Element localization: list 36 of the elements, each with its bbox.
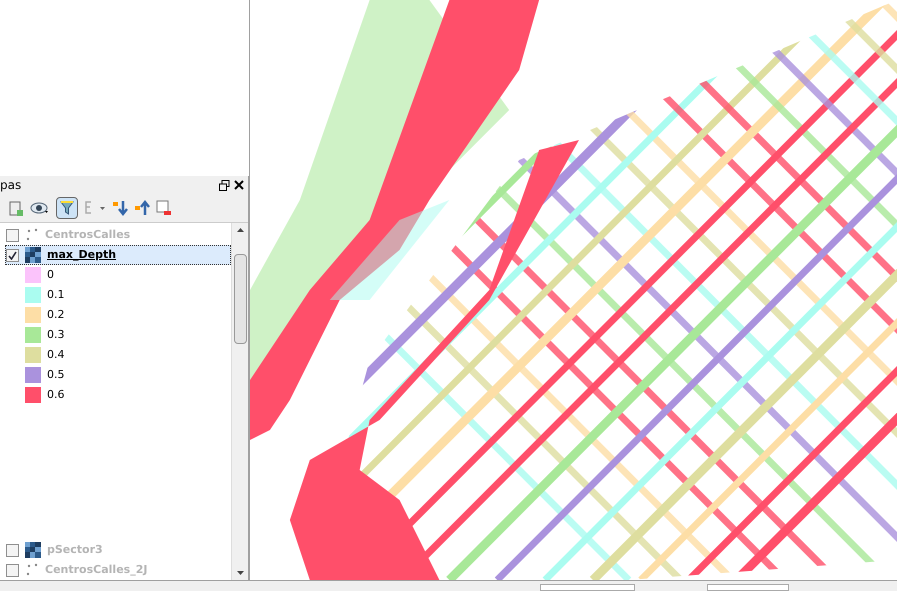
filter-icon xyxy=(60,200,74,216)
layer-checkbox[interactable] xyxy=(6,228,19,242)
layer-item[interactable]: max_Depth xyxy=(5,245,231,265)
layer-item[interactable]: CentrosCalles_2J xyxy=(5,560,231,580)
legend-label: 0.4 xyxy=(47,346,64,363)
close-icon[interactable] xyxy=(234,180,244,190)
float-icon[interactable] xyxy=(219,180,230,190)
scroll-up-icon[interactable] xyxy=(236,228,244,232)
scroll-down-icon[interactable] xyxy=(236,571,244,575)
scrollbar[interactable] xyxy=(231,223,248,580)
scroll-thumb[interactable] xyxy=(234,254,246,344)
expand-down-icon[interactable] xyxy=(112,200,128,216)
layer-checkbox[interactable] xyxy=(6,248,19,262)
layer-checkbox[interactable] xyxy=(6,544,19,556)
points-icon xyxy=(25,563,39,577)
layer-name: max_Depth xyxy=(47,246,116,263)
raster-grid-icon xyxy=(25,542,41,558)
legend-label: 0.1 xyxy=(47,286,64,303)
collapse-up-icon[interactable] xyxy=(134,200,150,216)
layer-name: pSector3 xyxy=(47,542,103,558)
legend-label: 0.2 xyxy=(47,306,64,323)
layer-name: CentrosCalles xyxy=(45,226,130,243)
layer-checkbox[interactable] xyxy=(6,564,19,576)
eye-icon[interactable] xyxy=(30,201,50,215)
points-icon xyxy=(25,228,39,242)
legend-label: 0.5 xyxy=(47,366,64,383)
layer-item[interactable]: CentrosCalles xyxy=(5,225,231,245)
layer-item[interactable]: pSector3 xyxy=(5,540,231,560)
remove-layer-icon[interactable] xyxy=(156,200,172,216)
filter-button[interactable] xyxy=(56,197,78,219)
legend-label: 0.3 xyxy=(47,326,64,343)
legend-label: 0 xyxy=(47,266,54,283)
raster-grid-icon xyxy=(25,247,41,263)
panel-title: pas xyxy=(0,177,22,194)
legend-label: 0.6 xyxy=(47,386,64,403)
layer-name: CentrosCalles_2J xyxy=(45,562,148,578)
